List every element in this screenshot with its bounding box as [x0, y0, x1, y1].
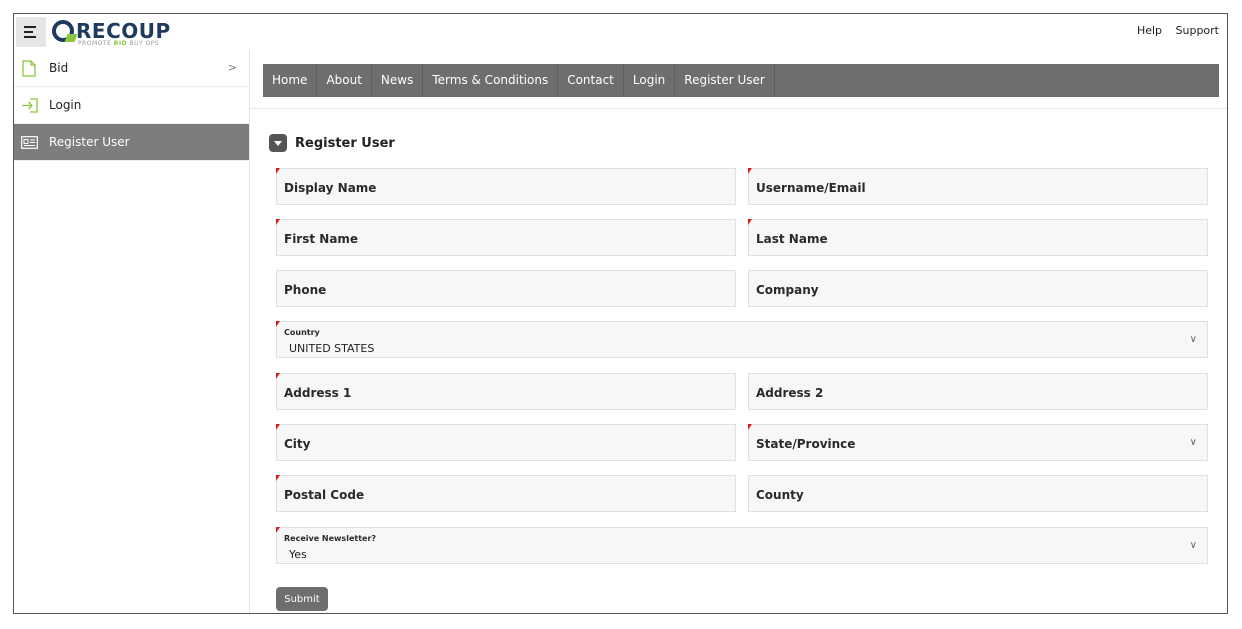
top-navbar: Home About News Terms & Conditions Conta… [263, 64, 1219, 97]
first-name-field[interactable]: First Name [276, 219, 736, 256]
sidebar-item-label: Register User [49, 135, 130, 149]
nav-home[interactable]: Home [263, 64, 318, 97]
phone-field[interactable]: Phone [276, 270, 736, 307]
username-email-field[interactable]: Username/Email [748, 168, 1208, 205]
newsletter-select[interactable]: Receive Newsletter? Yes ∨ [276, 527, 1208, 564]
nav-terms[interactable]: Terms & Conditions [423, 64, 559, 97]
field-label: Receive Newsletter? [284, 534, 377, 543]
last-name-field[interactable]: Last Name [748, 219, 1208, 256]
submit-button[interactable]: Submit [276, 587, 328, 611]
header-links: Help Support [1127, 24, 1219, 37]
section-title: Register User [295, 135, 395, 151]
field-label: Display Name [284, 181, 377, 195]
chevron-down-icon: ∨ [1189, 437, 1197, 448]
field-label: Username/Email [756, 181, 866, 195]
field-label: Address 2 [756, 386, 824, 400]
field-label: County [756, 488, 804, 502]
state-province-select[interactable]: State/Province ∨ [748, 424, 1208, 461]
city-field[interactable]: City [276, 424, 736, 461]
nav-login[interactable]: Login [624, 64, 676, 97]
county-field[interactable]: County [748, 475, 1208, 512]
chevron-down-icon: ∨ [1189, 540, 1197, 551]
field-label: Country [284, 328, 320, 337]
sidebar-item-label: Bid [49, 61, 69, 75]
sidebar-item-login[interactable]: Login [14, 87, 249, 124]
field-label: First Name [284, 232, 359, 246]
field-label: Postal Code [284, 488, 365, 502]
field-label: Company [756, 283, 819, 297]
field-label: Last Name [756, 232, 828, 246]
main-content: Home About News Terms & Conditions Conta… [250, 50, 1227, 613]
nav-news[interactable]: News [372, 64, 424, 97]
collapse-toggle-icon[interactable] [269, 134, 287, 152]
nav-about[interactable]: About [317, 64, 372, 97]
top-header: RECOUP PROMOTE BID BUY OPS Help Support [14, 14, 1227, 50]
nav-register-user[interactable]: Register User [675, 64, 775, 97]
login-arrow-icon [19, 97, 39, 113]
logo-tagline: PROMOTE BID BUY OPS [78, 40, 160, 47]
sidebar-item-bid[interactable]: Bid > [14, 50, 249, 87]
field-label: City [284, 437, 311, 451]
company-field[interactable]: Company [748, 270, 1208, 307]
country-value: UNITED STATES [289, 342, 375, 355]
field-label: Address 1 [284, 386, 352, 400]
chevron-down-icon: ∨ [1189, 334, 1197, 345]
help-link[interactable]: Help [1137, 24, 1162, 37]
sidebar-item-register-user[interactable]: Register User [14, 124, 249, 161]
document-icon [19, 59, 39, 77]
address1-field[interactable]: Address 1 [276, 373, 736, 410]
field-label: State/Province [756, 437, 856, 451]
sidebar: Bid > Login Register User [14, 50, 250, 613]
nav-contact[interactable]: Contact [558, 64, 624, 97]
support-link[interactable]: Support [1176, 24, 1219, 37]
chevron-right-icon: > [227, 61, 237, 74]
postal-code-field[interactable]: Postal Code [276, 475, 736, 512]
divider [250, 108, 1227, 109]
address2-field[interactable]: Address 2 [748, 373, 1208, 410]
field-label: Phone [284, 283, 327, 297]
newsletter-value: Yes [289, 548, 307, 561]
section-header: Register User [269, 134, 395, 152]
display-name-field[interactable]: Display Name [276, 168, 736, 205]
country-select[interactable]: Country UNITED STATES ∨ [276, 321, 1208, 358]
app-window: RECOUP PROMOTE BID BUY OPS Help Support … [13, 13, 1228, 614]
menu-toggle-icon[interactable] [16, 17, 46, 47]
logo-mark-icon [52, 20, 74, 42]
sidebar-item-label: Login [49, 98, 82, 112]
id-card-icon [19, 135, 39, 149]
